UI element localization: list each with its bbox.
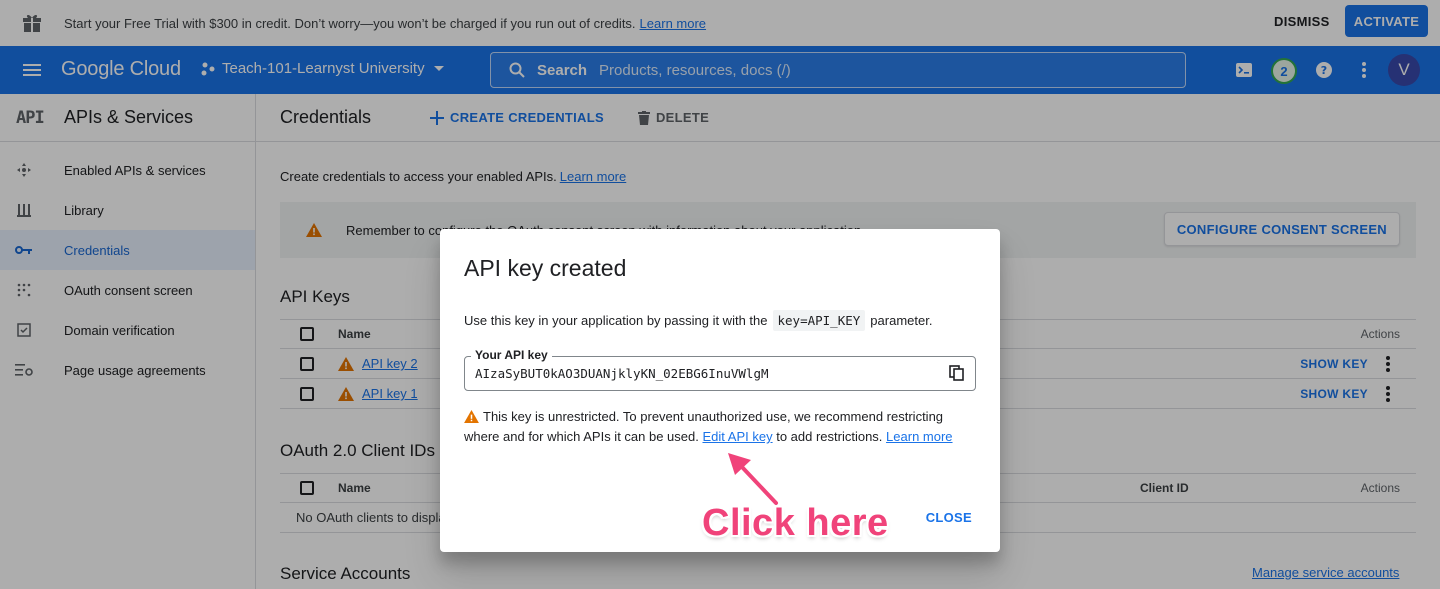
note-after-text: to add restrictions. — [776, 429, 883, 444]
api-key-field[interactable]: Your API key AIzaSyBUT0kAO3DUANjklyKN_02… — [464, 348, 976, 391]
click-here-annotation: Click here — [702, 502, 889, 544]
api-key-field-label: Your API key — [471, 348, 552, 362]
usage-text-after: parameter. — [870, 313, 933, 328]
dialog-usage-text: Use this key in your application by pass… — [464, 310, 932, 331]
annotation-arrow-icon — [724, 449, 780, 507]
usage-code: key=API_KEY — [772, 310, 866, 331]
note-learn-more-link[interactable]: Learn more — [886, 429, 952, 444]
dialog-title: API key created — [464, 255, 627, 281]
api-key-value[interactable]: AIzaSyBUT0kAO3DUANjklyKN_02EBG6InuVWlgM — [475, 366, 769, 381]
unrestricted-key-note: This key is unrestricted. To prevent una… — [464, 407, 964, 447]
edit-api-key-link[interactable]: Edit API key — [702, 429, 772, 444]
warning-icon — [464, 410, 479, 423]
usage-text-before: Use this key in your application by pass… — [464, 313, 768, 328]
close-button[interactable]: CLOSE — [926, 510, 972, 525]
copy-icon[interactable] — [949, 365, 965, 381]
